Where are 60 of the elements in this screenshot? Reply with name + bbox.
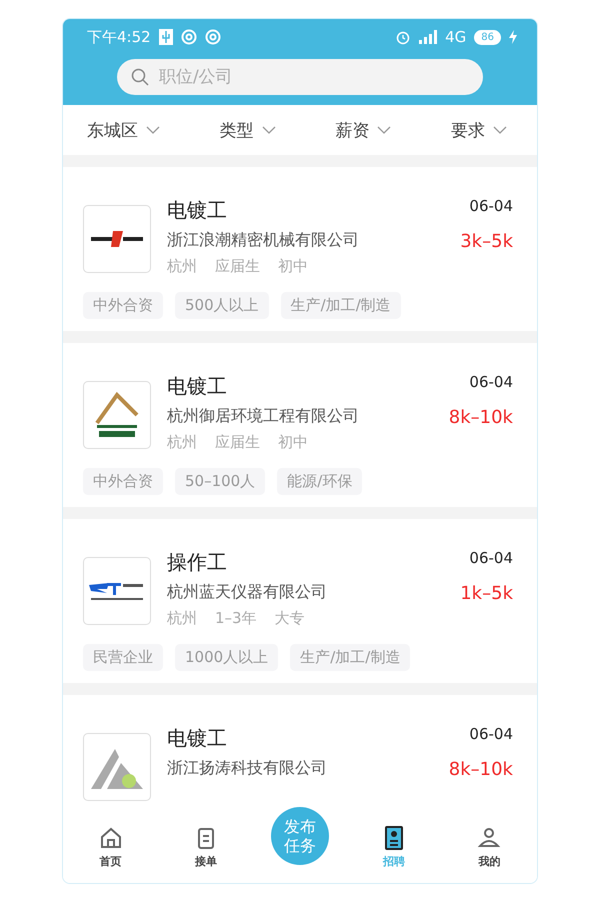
post-date: 06-04 xyxy=(469,725,513,743)
filter-dropdown[interactable]: 类型 xyxy=(220,118,276,142)
job-title: 电镀工 xyxy=(167,373,228,400)
company-tag: 500人以上 xyxy=(175,292,269,319)
chevron-down-icon xyxy=(146,126,160,134)
user-icon xyxy=(477,826,502,850)
post-date: 06-04 xyxy=(469,197,513,215)
job-card[interactable]: 操作工 杭州蓝天仪器有限公司 杭州 1–3年 大专 06-04 1k–5k 民营企业 1000人以上 生产/加工/制造 xyxy=(63,519,537,695)
salary-range: 1k–5k xyxy=(460,583,513,604)
filter-dropdown[interactable]: 东城区 xyxy=(87,118,160,142)
tab-item[interactable]: 首页 xyxy=(80,826,141,869)
company-tag: 1000人以上 xyxy=(175,644,278,671)
job-card[interactable]: 电镀工 浙江浪潮精密机械有限公司 杭州 应届生 初中 06-04 3k–5k 中外合资 500人以上 生产/加工/制造 xyxy=(63,167,537,343)
post-date: 06-04 xyxy=(469,549,513,567)
logo-icon xyxy=(89,229,145,249)
company-tag: 民营企业 xyxy=(83,644,163,671)
chevron-down-icon xyxy=(492,126,507,134)
search-icon xyxy=(131,68,149,86)
salary-range: 8k–10k xyxy=(448,759,513,780)
signal-icon xyxy=(419,30,438,44)
company-name: 浙江浪潮精密机械有限公司 xyxy=(167,230,360,251)
battery-level: 86 xyxy=(474,30,501,44)
filter-dropdown[interactable]: 要求 xyxy=(450,118,507,142)
company-tag: 生产/加工/制造 xyxy=(290,644,410,671)
job-requirement: 大专 xyxy=(274,609,305,628)
salary-range: 8k–10k xyxy=(448,407,513,428)
job-requirement: 1–3年 xyxy=(215,609,257,628)
job-requirement: 初中 xyxy=(278,257,308,276)
job-requirement: 杭州 xyxy=(167,433,197,452)
company-name: 浙江扬涛科技有限公司 xyxy=(167,758,328,779)
usb-icon xyxy=(158,29,173,45)
network-type: 4G xyxy=(445,28,466,46)
home-icon xyxy=(98,826,123,850)
chevron-down-icon xyxy=(262,126,276,134)
job-requirement: 杭州 xyxy=(167,609,197,628)
job-requirement: 杭州 xyxy=(167,257,197,276)
status-time: 下午4:52 xyxy=(87,28,151,46)
salary-range: 3k–5k xyxy=(460,231,513,252)
charging-icon xyxy=(509,30,517,44)
company-tag: 50–100人 xyxy=(175,468,266,495)
job-title: 电镀工 xyxy=(167,197,228,224)
company-name: 杭州蓝天仪器有限公司 xyxy=(167,582,328,603)
job-requirement: 初中 xyxy=(278,433,308,452)
job-requirement: 应届生 xyxy=(215,433,260,452)
chevron-down-icon xyxy=(377,126,392,134)
alarm-icon xyxy=(395,29,412,45)
post-date: 06-04 xyxy=(469,373,513,391)
company-tag: 中外合资 xyxy=(83,292,163,319)
job-title: 电镀工 xyxy=(167,725,228,752)
company-name: 杭州御居环境工程有限公司 xyxy=(167,406,360,427)
job-requirement: 应届生 xyxy=(215,257,260,276)
tab-item[interactable]: 接单 xyxy=(176,826,236,869)
job-title: 操作工 xyxy=(167,549,228,576)
company-tag: 生产/加工/制造 xyxy=(280,292,401,319)
filter-dropdown[interactable]: 薪资 xyxy=(335,118,392,142)
job-card[interactable]: 电镀工 杭州御居环境工程有限公司 杭州 应届生 初中 06-04 8k–10k 中外合资 50–100人 能源/环保 xyxy=(63,343,537,519)
company-tag: 中外合资 xyxy=(83,468,163,495)
tab-item[interactable]: 我的 xyxy=(459,826,520,869)
company-tag: 能源/环保 xyxy=(277,468,362,495)
search-field[interactable]: 职位/公司 xyxy=(117,59,483,95)
